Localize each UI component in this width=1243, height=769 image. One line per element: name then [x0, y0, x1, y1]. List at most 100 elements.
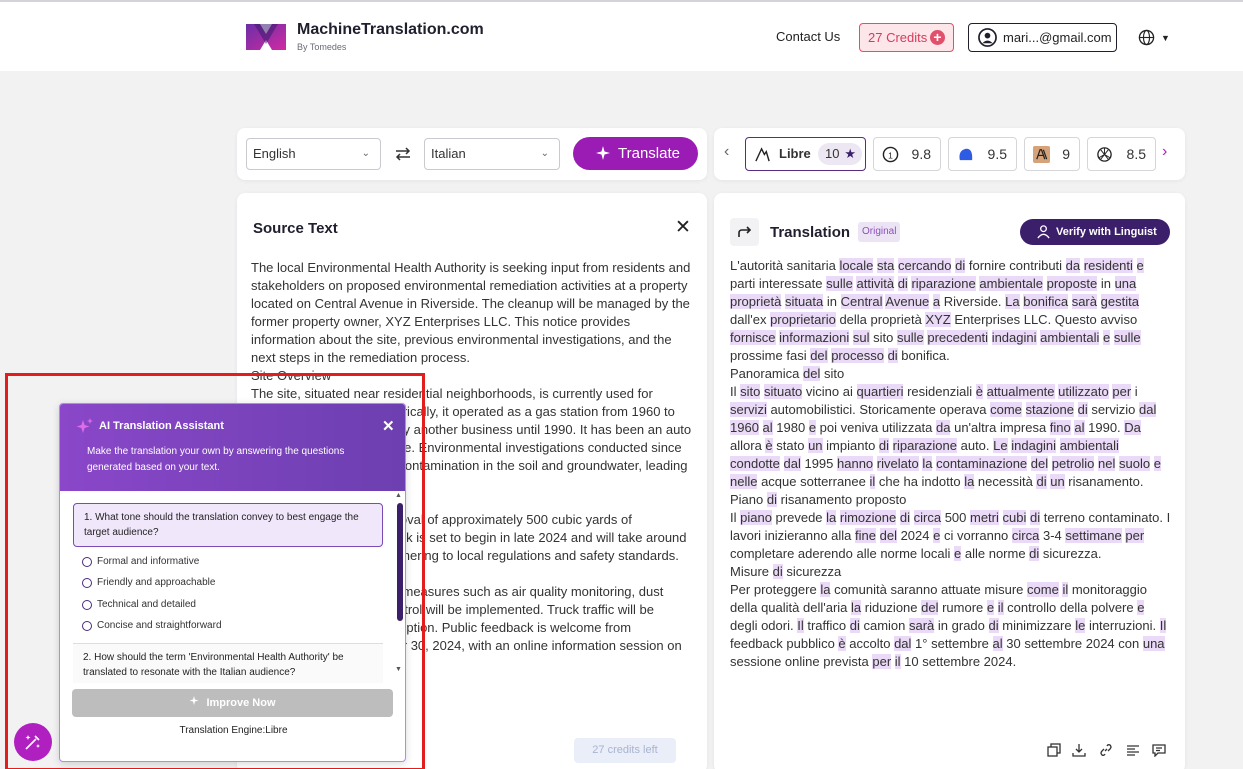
text-compare-icon[interactable]	[1126, 743, 1140, 757]
translate-button[interactable]: Translate	[573, 137, 698, 170]
chevron-right-icon[interactable]: ›	[1162, 143, 1167, 161]
verify-with-linguist-button[interactable]: Verify with Linguist	[1020, 219, 1170, 245]
answer-option[interactable]: Formal and informative	[82, 555, 199, 569]
copy-icon[interactable]	[1047, 743, 1061, 757]
globe-icon[interactable]	[1138, 29, 1155, 46]
answer-option[interactable]: Concise and straightforward	[82, 619, 222, 633]
answer-option-label: Technical and detailed	[97, 599, 196, 610]
source-title: Source Text	[253, 220, 338, 237]
assistant-header: AI Translation Assistant ✕ Make the tran…	[60, 404, 405, 491]
translation-paragraph: Per proteggere la comunità saranno attua…	[730, 582, 1167, 669]
translation-engine-label: Translation Engine:Libre	[179, 725, 288, 736]
translation-paragraph: Il sito situato vicino ai quartieri resi…	[730, 384, 1161, 489]
account-email: mari...@gmail.com	[1003, 30, 1112, 45]
translation-paragraph: L'autorità sanitaria locale sta cercando…	[730, 258, 1144, 363]
radio-icon[interactable]	[82, 600, 92, 610]
openai-knot-icon	[1097, 147, 1112, 162]
brand-logo-icon[interactable]	[246, 20, 286, 54]
chevron-down-icon[interactable]: ▼	[1161, 33, 1170, 43]
add-credits-icon: +	[930, 30, 945, 45]
answer-option-label: Formal and informative	[97, 556, 200, 567]
source-paragraph: The local Environmental Health Authority…	[251, 260, 691, 365]
close-icon[interactable]: ✕	[675, 218, 691, 237]
redo-icon	[738, 226, 752, 237]
brand-name[interactable]: MachineTranslation.com	[297, 21, 484, 39]
assistant-title: AI Translation Assistant	[99, 420, 224, 432]
improve-now-label: Improve Now	[206, 697, 276, 709]
engine-score-value: 8.5	[1126, 146, 1146, 162]
answer-option-label: Friendly and approachable	[97, 577, 216, 588]
translate-label: Translate	[618, 145, 680, 162]
openai-circle-icon: 1	[882, 146, 899, 163]
improve-now-button[interactable]: Improve Now	[72, 689, 393, 717]
ai-assistant-panel: AI Translation Assistant ✕ Make the tran…	[59, 403, 406, 762]
chevron-down-icon: ⌄	[540, 148, 549, 159]
swap-languages-icon[interactable]	[393, 144, 413, 164]
star-icon: ★	[844, 146, 856, 161]
engine-5[interactable]: 8.5	[1087, 137, 1156, 171]
translation-paragraph: Panoramica del sito	[730, 366, 845, 381]
engine-score-value: 9	[1062, 146, 1070, 162]
libre-icon	[755, 147, 770, 162]
user-avatar-icon	[978, 28, 997, 47]
translation-text[interactable]: L'autorità sanitaria locale sta cercando…	[730, 257, 1172, 671]
engine-name: Libre	[779, 146, 811, 161]
download-icon[interactable]	[1072, 743, 1086, 757]
linguist-icon	[1037, 225, 1050, 239]
chevron-down-icon: ⌄	[361, 148, 370, 159]
engine-score-value: 9.5	[987, 146, 1007, 162]
header: MachineTranslation.com By Tomedes Contac…	[0, 2, 1243, 71]
brand-subtitle: By Tomedes	[297, 42, 347, 52]
sparkle-icon	[596, 146, 610, 160]
translation-paragraph: Piano di risanamento proposto	[730, 492, 907, 507]
link-icon[interactable]	[1099, 743, 1113, 757]
radio-icon[interactable]	[82, 621, 92, 631]
scrollbar-thumb[interactable]	[397, 503, 403, 621]
retranslate-button[interactable]	[730, 218, 759, 246]
verify-label: Verify with Linguist	[1056, 226, 1157, 238]
scroll-down-arrow[interactable]: ▼	[395, 666, 402, 673]
answer-option[interactable]: Technical and detailed	[82, 598, 196, 612]
engine-2[interactable]: 1 9.8	[873, 137, 941, 171]
credits-left-badge: 27 credits left	[574, 738, 676, 763]
engine-4[interactable]: 9	[1024, 137, 1080, 171]
sparkle-icon	[76, 418, 93, 433]
sparkle-icon	[189, 696, 199, 705]
question-2[interactable]: 2. How should the term 'Environmental He…	[73, 643, 383, 683]
source-language-value: English	[253, 146, 296, 161]
engine-selector: ‹ Libre 10 ★ 1 9.8 9.5 9 8.5 ›	[714, 128, 1185, 180]
translation-title: Translation	[770, 224, 851, 241]
source-language-select[interactable]: English ⌄	[246, 138, 381, 170]
anthropic-icon	[1033, 146, 1050, 163]
target-language-select[interactable]: Italian ⌄	[424, 138, 560, 170]
question-1[interactable]: 1. What tone should the translation conv…	[73, 503, 383, 547]
account-button[interactable]: mari...@gmail.com	[968, 23, 1117, 52]
language-toolbar: English ⌄ Italian ⌄ Translate	[237, 128, 707, 180]
scroll-up-arrow[interactable]: ▲	[395, 492, 402, 499]
assistant-description: Make the translation your own by answeri…	[87, 446, 345, 473]
translation-toolbar	[1047, 743, 1177, 761]
answer-option-label: Concise and straightforward	[97, 620, 222, 631]
close-icon[interactable]: ✕	[382, 417, 395, 435]
blue-blob-icon	[959, 148, 973, 161]
translation-panel: Translation Original Verify with Linguis…	[714, 193, 1185, 769]
svg-text:1: 1	[888, 150, 893, 160]
credits-button[interactable]: 27 Credits +	[859, 23, 954, 52]
engine-libre[interactable]: Libre 10 ★	[745, 137, 866, 171]
contact-us-link[interactable]: Contact Us	[776, 29, 840, 44]
chevron-left-icon[interactable]: ‹	[724, 143, 729, 161]
radio-icon[interactable]	[82, 578, 92, 588]
engine-score-value: 9.8	[911, 146, 931, 162]
answer-option[interactable]: Friendly and approachable	[82, 576, 215, 590]
radio-icon[interactable]	[82, 557, 92, 567]
translation-paragraph: Misure di sicurezza	[730, 564, 842, 579]
engine-score: 10 ★	[818, 143, 862, 165]
engine-score-value: 10	[825, 146, 840, 161]
engine-3[interactable]: 9.5	[948, 137, 1017, 171]
magic-wand-icon	[25, 735, 40, 750]
translation-paragraph: Il piano prevede la rimozione di circa 5…	[730, 510, 1171, 561]
assistant-fab-button[interactable]	[14, 723, 52, 761]
feedback-icon[interactable]	[1152, 743, 1166, 758]
original-badge: Original	[858, 222, 901, 242]
credits-label: 27 Credits	[868, 30, 928, 45]
